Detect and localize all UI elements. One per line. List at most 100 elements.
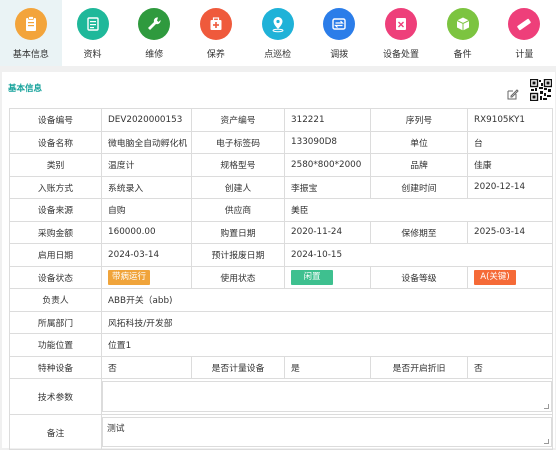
table-row: 技术参数 <box>9 378 553 415</box>
table-row: 负责人 ABB开关（abb) <box>9 288 553 312</box>
nav-transfer[interactable]: 调拨 <box>308 0 370 66</box>
label-department: 所属部门 <box>9 310 102 334</box>
value-warranty-until: 2025-03-14 <box>467 220 553 244</box>
clipboard-icon <box>14 8 47 40</box>
nav-label: 计量 <box>515 50 534 60</box>
table-row: 所属部门 风拓科技/开发部 <box>9 310 553 334</box>
value-serial-number: RX9105KY1 <box>467 108 553 132</box>
label-function-location: 功能位置 <box>9 333 102 357</box>
nav-label: 调拨 <box>330 50 349 60</box>
table-row: 功能位置 位置1 <box>9 333 553 357</box>
wrench-icon <box>138 8 171 40</box>
table-row: 设备来源 自购 供应商 美臣 <box>9 198 553 222</box>
value-department: 风拓科技/开发部 <box>101 310 553 334</box>
value-rfid-code: 133090D8 <box>284 130 371 154</box>
box-icon <box>446 8 479 40</box>
value-device-source: 自购 <box>101 198 192 222</box>
value-expected-scrap-date: 2024-10-15 <box>284 243 553 267</box>
value-supplier: 美臣 <box>284 198 553 222</box>
table-row: 设备编号 DEV2020000153 资产编号 312221 序列号 RX910… <box>9 108 553 132</box>
value-entry-method: 系统录入 <box>101 175 192 199</box>
label-remarks: 备注 <box>9 414 102 450</box>
document-icon <box>76 8 109 40</box>
nav-label: 基本信息 <box>12 50 49 60</box>
label-brand: 品牌 <box>370 153 468 177</box>
value-is-metering: 是 <box>284 355 371 379</box>
remarks-text: 测试 <box>107 424 125 434</box>
label-expected-scrap-date: 预计报废日期 <box>191 243 285 267</box>
nav-disposal[interactable]: 设备处置 <box>370 0 432 66</box>
tech-params-cell <box>101 378 553 415</box>
remarks-cell: 测试 <box>101 414 553 450</box>
value-creator: 李振宝 <box>284 175 371 199</box>
label-start-date: 启用日期 <box>9 243 102 267</box>
remarks-textarea[interactable]: 测试 <box>102 417 552 447</box>
label-serial-number: 序列号 <box>370 108 468 132</box>
nav-metering[interactable]: 计量 <box>494 0 556 66</box>
usage-status-cell: 闲置 <box>284 265 371 289</box>
label-asset-code: 资产编号 <box>191 108 285 132</box>
nav-label: 设备处置 <box>382 50 419 60</box>
nav-spare-parts[interactable]: 备件 <box>432 0 494 66</box>
table-row: 启用日期 2024-03-14 预计报废日期 2024-10-15 <box>9 243 553 267</box>
nav-documents[interactable]: 资料 <box>62 0 124 66</box>
edit-icon[interactable] <box>506 88 519 101</box>
value-category: 温度计 <box>101 153 192 177</box>
label-unit: 单位 <box>370 130 468 154</box>
label-model: 规格型号 <box>191 153 285 177</box>
top-navigation: 基本信息 资料 维修 保养 点巡检 调拨 设备处置 备件 计量 <box>0 0 556 66</box>
device-status-cell: 带病运行 <box>101 265 192 289</box>
value-person-in-charge: ABB开关（abb) <box>101 288 553 312</box>
label-purchase-amount: 采购金额 <box>9 220 102 244</box>
label-device-level: 设备等级 <box>370 265 468 289</box>
nav-label: 维修 <box>145 50 164 60</box>
value-device-name: 微电脑全自动孵化机 <box>101 130 192 154</box>
table-row: 备注 测试 <box>9 414 553 450</box>
value-special-equipment: 否 <box>101 355 192 379</box>
value-depreciation: 否 <box>467 355 553 379</box>
nav-maintenance[interactable]: 保养 <box>185 0 247 66</box>
label-category: 类别 <box>9 153 102 177</box>
value-purchase-date: 2020-11-24 <box>284 220 371 244</box>
disposal-icon <box>384 8 417 40</box>
value-created-time: 2020-12-14 <box>467 175 553 199</box>
value-device-code: DEV2020000153 <box>101 108 192 132</box>
nav-label: 资料 <box>83 50 102 60</box>
label-purchase-date: 购置日期 <box>191 220 285 244</box>
value-function-location: 位置1 <box>101 333 553 357</box>
resize-handle[interactable] <box>544 404 549 409</box>
label-device-source: 设备来源 <box>9 198 102 222</box>
label-supplier: 供应商 <box>191 198 285 222</box>
label-person-in-charge: 负责人 <box>9 288 102 312</box>
tech-params-textarea[interactable] <box>102 381 552 412</box>
nav-repair[interactable]: 维修 <box>123 0 185 66</box>
label-tech-params: 技术参数 <box>9 378 102 415</box>
basic-info-panel: 基本信息 设备编号 DEV2020000153 资产编号 312221 序列号 … <box>2 72 555 450</box>
value-start-date: 2024-03-14 <box>101 243 192 267</box>
value-asset-code: 312221 <box>284 108 371 132</box>
table-row: 入账方式 系统录入 创建人 李振宝 创建时间 2020-12-14 <box>9 175 553 199</box>
label-warranty-until: 保修期至 <box>370 220 468 244</box>
label-entry-method: 入账方式 <box>9 175 102 199</box>
nav-inspection[interactable]: 点巡检 <box>247 0 309 66</box>
ruler-icon <box>508 8 541 40</box>
label-special-equipment: 特种设备 <box>9 355 102 379</box>
transfer-icon <box>323 8 356 40</box>
label-rfid-code: 电子标签码 <box>191 130 285 154</box>
device-level-cell: A(关键) <box>467 265 553 289</box>
label-device-code: 设备编号 <box>9 108 102 132</box>
value-purchase-amount: 160000.00 <box>101 220 192 244</box>
label-usage-status: 使用状态 <box>191 265 285 289</box>
device-level-badge: A(关键) <box>474 269 516 285</box>
value-unit: 台 <box>467 130 553 154</box>
label-is-metering: 是否计量设备 <box>191 355 285 379</box>
table-row: 特种设备 否 是否计量设备 是 是否开启折旧 否 <box>9 355 553 379</box>
basic-info-table: 设备编号 DEV2020000153 资产编号 312221 序列号 RX910… <box>9 108 553 450</box>
resize-handle[interactable] <box>544 439 549 444</box>
device-status-badge: 带病运行 <box>108 269 150 285</box>
label-creator: 创建人 <box>191 175 285 199</box>
section-title: 基本信息 <box>8 84 43 94</box>
qr-code-icon[interactable] <box>530 79 552 101</box>
nav-basic-info[interactable]: 基本信息 <box>0 0 62 66</box>
usage-status-badge: 闲置 <box>291 269 333 285</box>
